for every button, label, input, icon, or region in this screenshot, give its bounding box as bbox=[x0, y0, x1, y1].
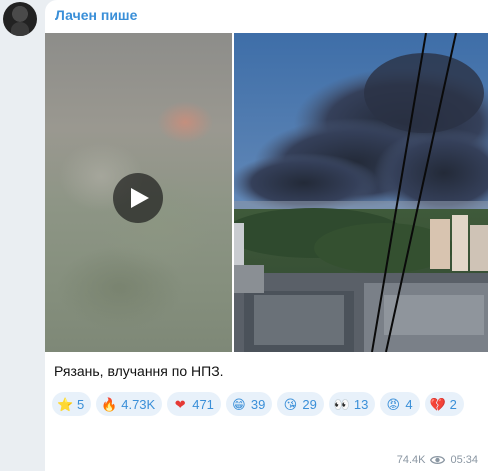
reaction-count: 13 bbox=[353, 396, 369, 412]
reaction-count: 2 bbox=[449, 396, 457, 412]
reaction-kiss[interactable]: 😘 29 bbox=[277, 392, 324, 416]
message-time: 05:34 bbox=[450, 454, 478, 466]
reaction-eyes[interactable]: 👀 13 bbox=[328, 392, 376, 416]
reaction-count: 4 bbox=[405, 396, 413, 412]
message-bubble: Лачен пише Рязань, влучання по НПЗ. ⭐ 5 … bbox=[45, 0, 488, 471]
view-count: 74.4K bbox=[396, 454, 426, 466]
star-icon: ⭐ bbox=[57, 396, 74, 412]
smoke-photo[interactable] bbox=[234, 33, 488, 352]
grin-emoji-icon: 😁 bbox=[232, 396, 246, 412]
play-icon bbox=[131, 188, 149, 208]
reaction-count: 471 bbox=[192, 396, 214, 412]
reaction-heart[interactable]: ❤ 471 bbox=[167, 392, 221, 416]
reactions-bar: ⭐ 5 🔥 4.73K ❤ 471 😁 39 😘 29 👀 13 😡 4 💔 2 bbox=[52, 392, 482, 416]
channel-avatar[interactable] bbox=[3, 2, 37, 36]
broken-heart-emoji-icon: 💔 bbox=[429, 396, 446, 412]
reaction-count: 4.73K bbox=[121, 396, 156, 412]
reaction-count: 5 bbox=[77, 396, 85, 412]
reaction-grin[interactable]: 😁 39 bbox=[225, 392, 273, 416]
reaction-broken-heart[interactable]: 💔 2 bbox=[424, 392, 464, 416]
reaction-count: 29 bbox=[302, 396, 317, 412]
eye-icon bbox=[430, 455, 446, 465]
kiss-emoji-icon: 😘 bbox=[283, 396, 298, 412]
eyes-emoji-icon: 👀 bbox=[333, 396, 351, 412]
media-album bbox=[45, 33, 488, 352]
reaction-fire[interactable]: 🔥 4.73K bbox=[96, 392, 163, 416]
message-caption: Рязань, влучання по НПЗ. bbox=[54, 363, 224, 379]
angry-emoji-icon: 😡 bbox=[386, 396, 401, 412]
reaction-star[interactable]: ⭐ 5 bbox=[52, 392, 92, 416]
video-thumbnail[interactable] bbox=[45, 33, 232, 352]
play-button[interactable] bbox=[113, 173, 163, 223]
reaction-angry[interactable]: 😡 4 bbox=[380, 392, 420, 416]
message-meta: 74.4K 05:34 bbox=[397, 454, 478, 466]
heart-emoji-icon: ❤ bbox=[174, 396, 186, 412]
reaction-count: 39 bbox=[250, 396, 266, 412]
fire-emoji-icon: 🔥 bbox=[101, 396, 118, 412]
author-name[interactable]: Лачен пише bbox=[55, 7, 137, 23]
